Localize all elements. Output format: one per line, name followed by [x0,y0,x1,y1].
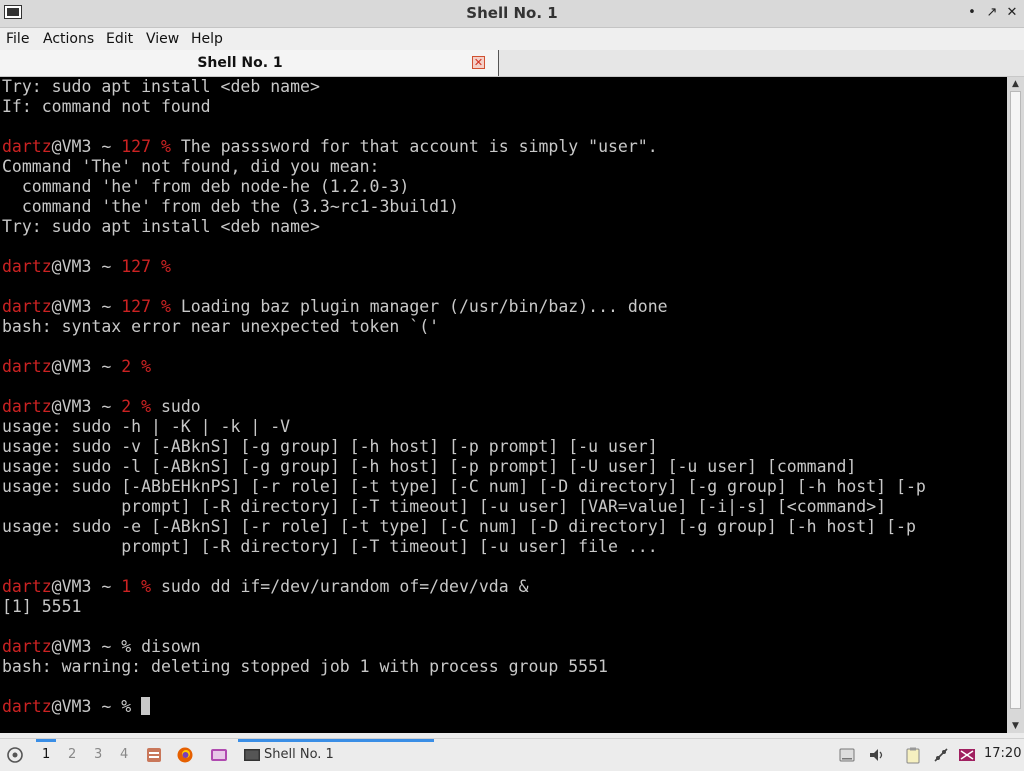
scroll-up-icon[interactable]: ▲ [1007,77,1024,91]
terminal-line: bash: syntax error near unexpected token… [2,317,440,336]
terminal-line: [1] 5551 [2,597,82,616]
command-text: The passsword for that account is simply… [180,137,658,156]
terminal-prompt-line: dartz@VM3 ~ 2 % [2,357,161,377]
terminal-line: bash: warning: deleting stopped job 1 wi… [2,657,608,676]
prompt-user: dartz [2,137,52,156]
terminal-prompt-line: dartz@VM3 ~ 127 % [2,257,181,277]
terminal-task-icon [244,749,260,761]
window-title: Shell No. 1 [466,4,558,22]
terminal-line: usage: sudo -l [-ABknS] [-g group] [-h h… [2,457,857,476]
tab-shell-1[interactable]: Shell No. 1 ✕ [0,50,499,76]
taskbar-task-shell[interactable]: Shell No. 1 [264,739,334,769]
volume-icon[interactable] [868,746,886,764]
terminal-scrollbar[interactable]: ▲ ▼ [1007,77,1024,733]
prompt-user: dartz [2,397,52,416]
terminal-line: usage: sudo -e [-ABknS] [-r role] [-t ty… [2,517,916,536]
terminal-prompt-line: dartz@VM3 ~ 127 % The passsword for that… [2,137,658,157]
text-cursor [141,697,151,715]
menu-help[interactable]: Help [191,28,223,50]
prompt-symbol: % [141,577,152,596]
prompt-exit-code: 2 [121,357,132,376]
prompt-symbol: % [141,397,152,416]
terminal-line: Command 'The' not found, did you mean: [2,157,380,176]
terminal-line: prompt] [-R directory] [-T timeout] [-u … [2,537,658,556]
menu-actions[interactable]: Actions [43,28,94,50]
command-text: disown [141,637,201,656]
prompt-user: dartz [2,257,52,276]
prompt-user: dartz [2,697,52,716]
prompt-host: @VM3 ~ [51,357,122,376]
command-text: Loading baz plugin manager (/usr/bin/baz… [180,297,668,316]
system-monitor-icon[interactable] [958,746,976,764]
terminal-output[interactable]: Try: sudo apt install <deb name> If: comm… [0,77,1007,733]
prompt-user: dartz [2,357,52,376]
terminal-line: command 'the' from deb the (3.3~rc1-3bui… [2,197,459,216]
prompt-user: dartz [2,297,52,316]
terminal-prompt-line: dartz@VM3 ~ 1 % sudo dd if=/dev/urandom … [2,577,529,597]
scrollbar-thumb[interactable] [1010,91,1021,709]
tab-close-icon[interactable]: ✕ [472,56,485,69]
prompt-exit-code: 127 [121,137,152,156]
start-menu-icon[interactable] [6,746,24,764]
prompt-host: @VM3 ~ [51,697,122,716]
terminal-line: Try: sudo apt install <deb name> [2,77,320,96]
terminal-line: If: command not found [2,97,211,116]
maximize-button[interactable]: ↗ [984,5,1000,21]
prompt-symbol: % [121,697,132,716]
terminal-prompt-line: dartz@VM3 ~ 127 % Loading baz plugin man… [2,297,668,317]
prompt-exit-code: 127 [121,297,152,316]
terminal-prompt-line: dartz@VM3 ~ 2 % sudo [2,397,201,417]
minimize-button[interactable]: • [964,5,980,21]
prompt-host: @VM3 ~ [51,397,122,416]
prompt-host: @VM3 ~ [51,257,122,276]
workspace-2[interactable]: 2 [68,739,76,769]
terminal-line: usage: sudo -v [-ABknS] [-g group] [-h h… [2,437,658,456]
prompt-symbol: % [160,297,171,316]
file-manager-icon[interactable] [145,746,163,764]
tab-bar: Shell No. 1 ✕ [0,50,1024,77]
terminal-prompt-line: dartz@VM3 ~ % disown [2,637,201,657]
menu-file[interactable]: File [6,28,29,50]
terminal-line: prompt] [-R directory] [-T timeout] [-u … [2,497,887,516]
prompt-symbol: % [121,637,132,656]
terminal-line: usage: sudo -h | -K | -k | -V [2,417,291,436]
scroll-down-icon[interactable]: ▼ [1007,719,1024,733]
drive-icon[interactable] [838,746,856,764]
prompt-host: @VM3 ~ [51,577,122,596]
prompt-symbol: % [160,257,171,276]
prompt-user: dartz [2,637,52,656]
prompt-exit-code: 1 [121,577,132,596]
media-player-icon[interactable] [210,746,228,764]
terminal-line: command 'he' from deb node-he (1.2.0-3) [2,177,410,196]
menu-edit[interactable]: Edit [106,28,133,50]
network-disconnected-icon[interactable] [932,746,950,764]
prompt-exit-code: 2 [121,397,132,416]
menu-bar: File Actions Edit View Help [0,28,1024,50]
window-titlebar[interactable]: Shell No. 1 • ↗ ✕ [0,0,1024,28]
terminal-prompt-line: dartz@VM3 ~ % [2,697,151,717]
prompt-host: @VM3 ~ [51,297,122,316]
workspace-3[interactable]: 3 [94,739,102,769]
workspace-4[interactable]: 4 [120,739,128,769]
tab-label: Shell No. 1 [197,55,283,71]
prompt-symbol: % [160,137,171,156]
command-text: sudo [160,397,201,416]
prompt-user: dartz [2,577,52,596]
firefox-icon[interactable] [176,746,194,764]
workspace-1[interactable]: 1 [42,739,50,769]
command-text: sudo dd if=/dev/urandom of=/dev/vda & [160,577,529,596]
prompt-host: @VM3 ~ [51,137,122,156]
taskbar: 1 2 3 4 Shell No. 1 17:20 [0,738,1024,769]
menu-view[interactable]: View [146,28,179,50]
clipboard-icon[interactable] [904,746,922,764]
clock: 17:20 [984,746,1022,761]
prompt-symbol: % [141,357,152,376]
terminal-line: usage: sudo [-ABbEHknPS] [-r role] [-t t… [2,477,926,496]
prompt-exit-code: 127 [121,257,152,276]
close-button[interactable]: ✕ [1004,5,1020,21]
prompt-host: @VM3 ~ [51,637,122,656]
terminal-line: Try: sudo apt install <deb name> [2,217,320,236]
